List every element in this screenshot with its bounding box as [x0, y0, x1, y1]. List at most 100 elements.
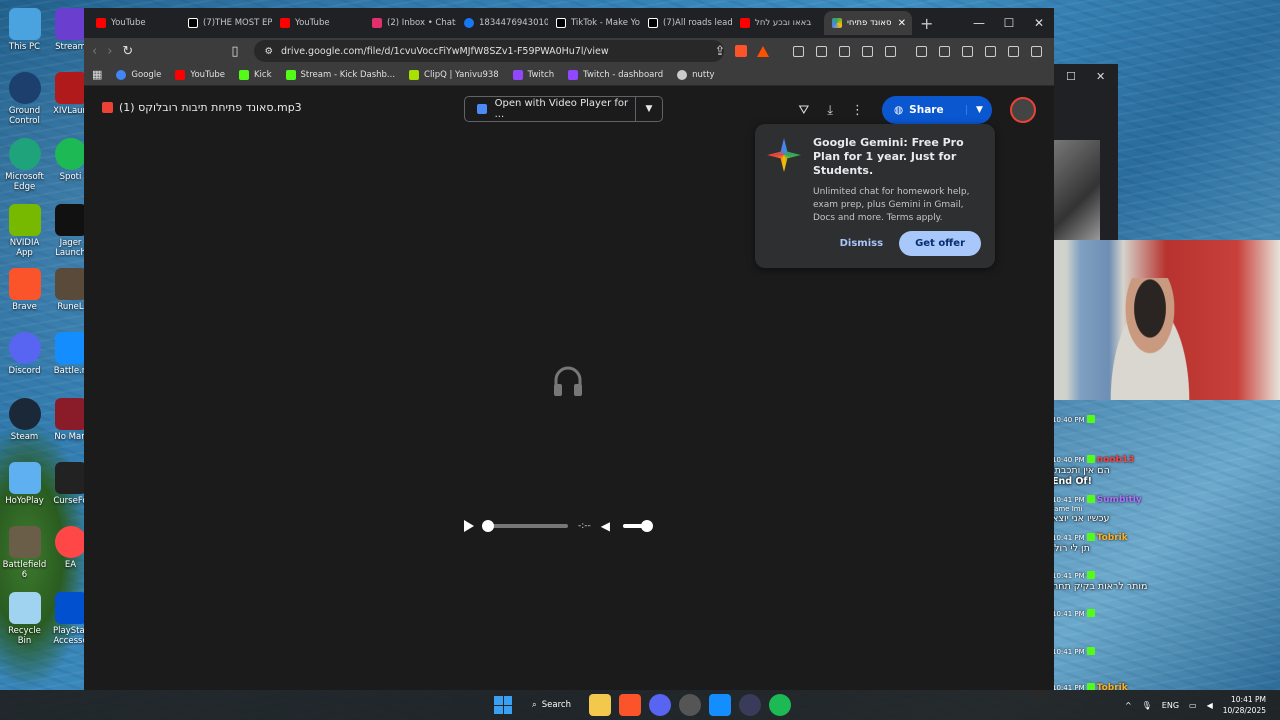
volume-slider[interactable]	[622, 520, 653, 532]
battlenet-taskbar-icon[interactable]	[708, 694, 731, 716]
media-control-icon[interactable]	[916, 45, 928, 57]
maximize-button[interactable]: ☐	[994, 16, 1024, 30]
chat-message: 10:41 PM מותר לראות בקיק תחת	[1026, 567, 1276, 592]
taskbar-search[interactable]: ⌕ Search	[522, 694, 581, 716]
ground-control-icon[interactable]: Ground Control	[2, 72, 47, 126]
brave-rewards-icon[interactable]	[757, 45, 770, 57]
app-taskbar-icon[interactable]	[738, 694, 761, 716]
tab-youtube-2[interactable]: YouTube	[272, 11, 364, 35]
tab-google-drive[interactable]: סאונד פתיחי ✕	[824, 11, 912, 35]
url-field[interactable]: ⚙ drive.google.com/file/d/1cvuVoccFiYwMJ…	[254, 40, 725, 62]
extensions-puzzle-icon[interactable]	[862, 45, 874, 57]
network-icon[interactable]: ▭	[1189, 701, 1197, 710]
vpn-icon[interactable]	[1008, 45, 1020, 57]
bookmarks-bar: ▦ Google YouTube Kick Stream - Kick Dash…	[84, 64, 1054, 86]
viewer-toolbar: ⛛ ⤓ ⋮ ◍ Share ▼	[798, 96, 1036, 124]
wallet-icon[interactable]	[962, 45, 974, 57]
gemini-star-icon	[767, 138, 801, 172]
share-button[interactable]: ◍ Share ▼	[882, 96, 992, 124]
translate-extension-icon[interactable]	[839, 45, 851, 57]
share-main[interactable]: ◍ Share	[882, 104, 966, 116]
back-button[interactable]: ‹	[92, 44, 97, 59]
download-icon[interactable]: ⤓	[827, 103, 833, 118]
sidebar-icon[interactable]	[939, 45, 951, 57]
recycle-bin-icon[interactable]: Recycle Bin	[2, 592, 47, 646]
maximize-icon[interactable]: ☐	[1066, 70, 1076, 83]
add-to-drive-icon[interactable]: ⛛	[798, 103, 809, 118]
chevron-down-icon[interactable]: ▼	[636, 104, 662, 114]
file-explorer-icon[interactable]	[588, 694, 611, 716]
close-window-button[interactable]: ✕	[1024, 16, 1054, 30]
bookmark-icon[interactable]: ▯	[231, 44, 238, 59]
reload-button[interactable]: ↻	[122, 44, 133, 59]
discord-taskbar-icon[interactable]	[648, 694, 671, 716]
play-button[interactable]	[464, 520, 474, 532]
this-pc-icon[interactable]: This PC	[2, 8, 47, 52]
tab-tiktok-2[interactable]: TikTok - Make Yo	[548, 11, 640, 35]
tab-tiktok-3[interactable]: (7)All roads lead	[640, 11, 732, 35]
bookmark-google[interactable]: Google	[116, 69, 161, 80]
bookmark-twitch-dashboard[interactable]: Twitch - dashboard	[568, 69, 663, 80]
tab-tiktok-1[interactable]: (7)THE MOST EP	[180, 11, 272, 35]
get-offer-button[interactable]: Get offer	[899, 231, 981, 256]
tab-youtube-3[interactable]: באאו ובכע לחל	[732, 11, 824, 35]
kick-icon	[285, 69, 296, 80]
language-indicator[interactable]: ENG	[1162, 701, 1179, 710]
chevron-down-icon[interactable]: ▼	[966, 105, 992, 115]
bookmark-kick-dashboard[interactable]: Stream - Kick Dashb...	[285, 69, 395, 80]
discord-icon[interactable]: Discord	[2, 332, 47, 376]
twitch-icon	[568, 69, 579, 80]
steam-icon[interactable]: Steam	[2, 398, 47, 442]
spotify-taskbar-icon[interactable]	[768, 694, 791, 716]
dismiss-button[interactable]: Dismiss	[840, 238, 883, 249]
taskbar-apps: ⌕ Search	[492, 694, 791, 716]
bookmark-nutty[interactable]: nutty	[677, 69, 715, 80]
nvidia-app-icon[interactable]: NVIDIA App	[2, 204, 47, 258]
close-tab-icon[interactable]: ✕	[898, 18, 906, 29]
extension-icons	[793, 45, 1043, 57]
youtube-icon	[96, 18, 106, 28]
obs-taskbar-icon[interactable]	[678, 694, 701, 716]
minimize-button[interactable]: —	[964, 16, 994, 30]
bookmark-clipq[interactable]: ClipQ | Yanivu938	[409, 69, 499, 80]
bookmark-twitch[interactable]: Twitch	[512, 69, 554, 80]
open-with-button[interactable]: Open with Video Player for ... ▼	[464, 96, 663, 122]
brave-shields-icon[interactable]	[735, 45, 748, 57]
start-button[interactable]	[494, 696, 512, 714]
hoyoplay-icon[interactable]: HoYoPlay	[2, 462, 47, 506]
apps-grid-icon[interactable]: ▦	[92, 68, 102, 81]
gemini-actions: Dismiss Get offer	[840, 231, 981, 256]
browser-window[interactable]: YouTube (7)THE MOST EP YouTube (2) Inbox…	[84, 8, 1054, 690]
volume-icon[interactable]: ◀	[601, 520, 613, 532]
tab-instagram[interactable]: (2) Inbox • Chats	[364, 11, 456, 35]
brave-taskbar-icon[interactable]	[618, 694, 641, 716]
youtube-icon	[740, 18, 750, 28]
close-icon[interactable]: ✕	[1096, 70, 1105, 83]
taskbar: ⌕ Search ^ 🎙 ENG ▭ ◀ 10:41 PM 10/28/2025	[0, 690, 1280, 720]
screenshot-extension-icon[interactable]	[793, 45, 805, 57]
microphone-icon[interactable]: 🎙	[1142, 701, 1152, 710]
menu-icon[interactable]	[1031, 45, 1043, 57]
new-tab-button[interactable]: +	[920, 14, 933, 33]
tab-youtube-1[interactable]: YouTube	[88, 11, 180, 35]
brave-icon[interactable]: Brave	[2, 268, 47, 312]
seek-slider[interactable]	[482, 520, 568, 532]
picture-in-picture-icon[interactable]	[885, 45, 897, 57]
twitch-icon	[512, 69, 523, 80]
microsoft-edge-icon[interactable]: Microsoft Edge	[2, 138, 47, 192]
leo-ai-icon[interactable]	[985, 45, 997, 57]
bookmark-kick[interactable]: Kick	[238, 69, 272, 80]
tab-facebook[interactable]: 1834476943010	[456, 11, 548, 35]
clock[interactable]: 10:41 PM 10/28/2025	[1223, 694, 1266, 716]
open-with-main[interactable]: Open with Video Player for ...	[465, 97, 636, 121]
share-page-icon[interactable]: ⇪	[714, 44, 725, 59]
chevron-up-icon[interactable]: ^	[1125, 701, 1132, 710]
battlefield-6-icon[interactable]: Battlefield 6	[2, 526, 47, 580]
forward-button[interactable]: ›	[107, 44, 112, 59]
audio-extension-icon[interactable]	[816, 45, 828, 57]
volume-tray-icon[interactable]: ◀	[1207, 701, 1213, 710]
site-info-icon[interactable]: ⚙	[264, 46, 273, 57]
avatar[interactable]	[1010, 97, 1036, 123]
more-options-icon[interactable]: ⋮	[851, 103, 864, 118]
bookmark-youtube[interactable]: YouTube	[175, 69, 225, 80]
